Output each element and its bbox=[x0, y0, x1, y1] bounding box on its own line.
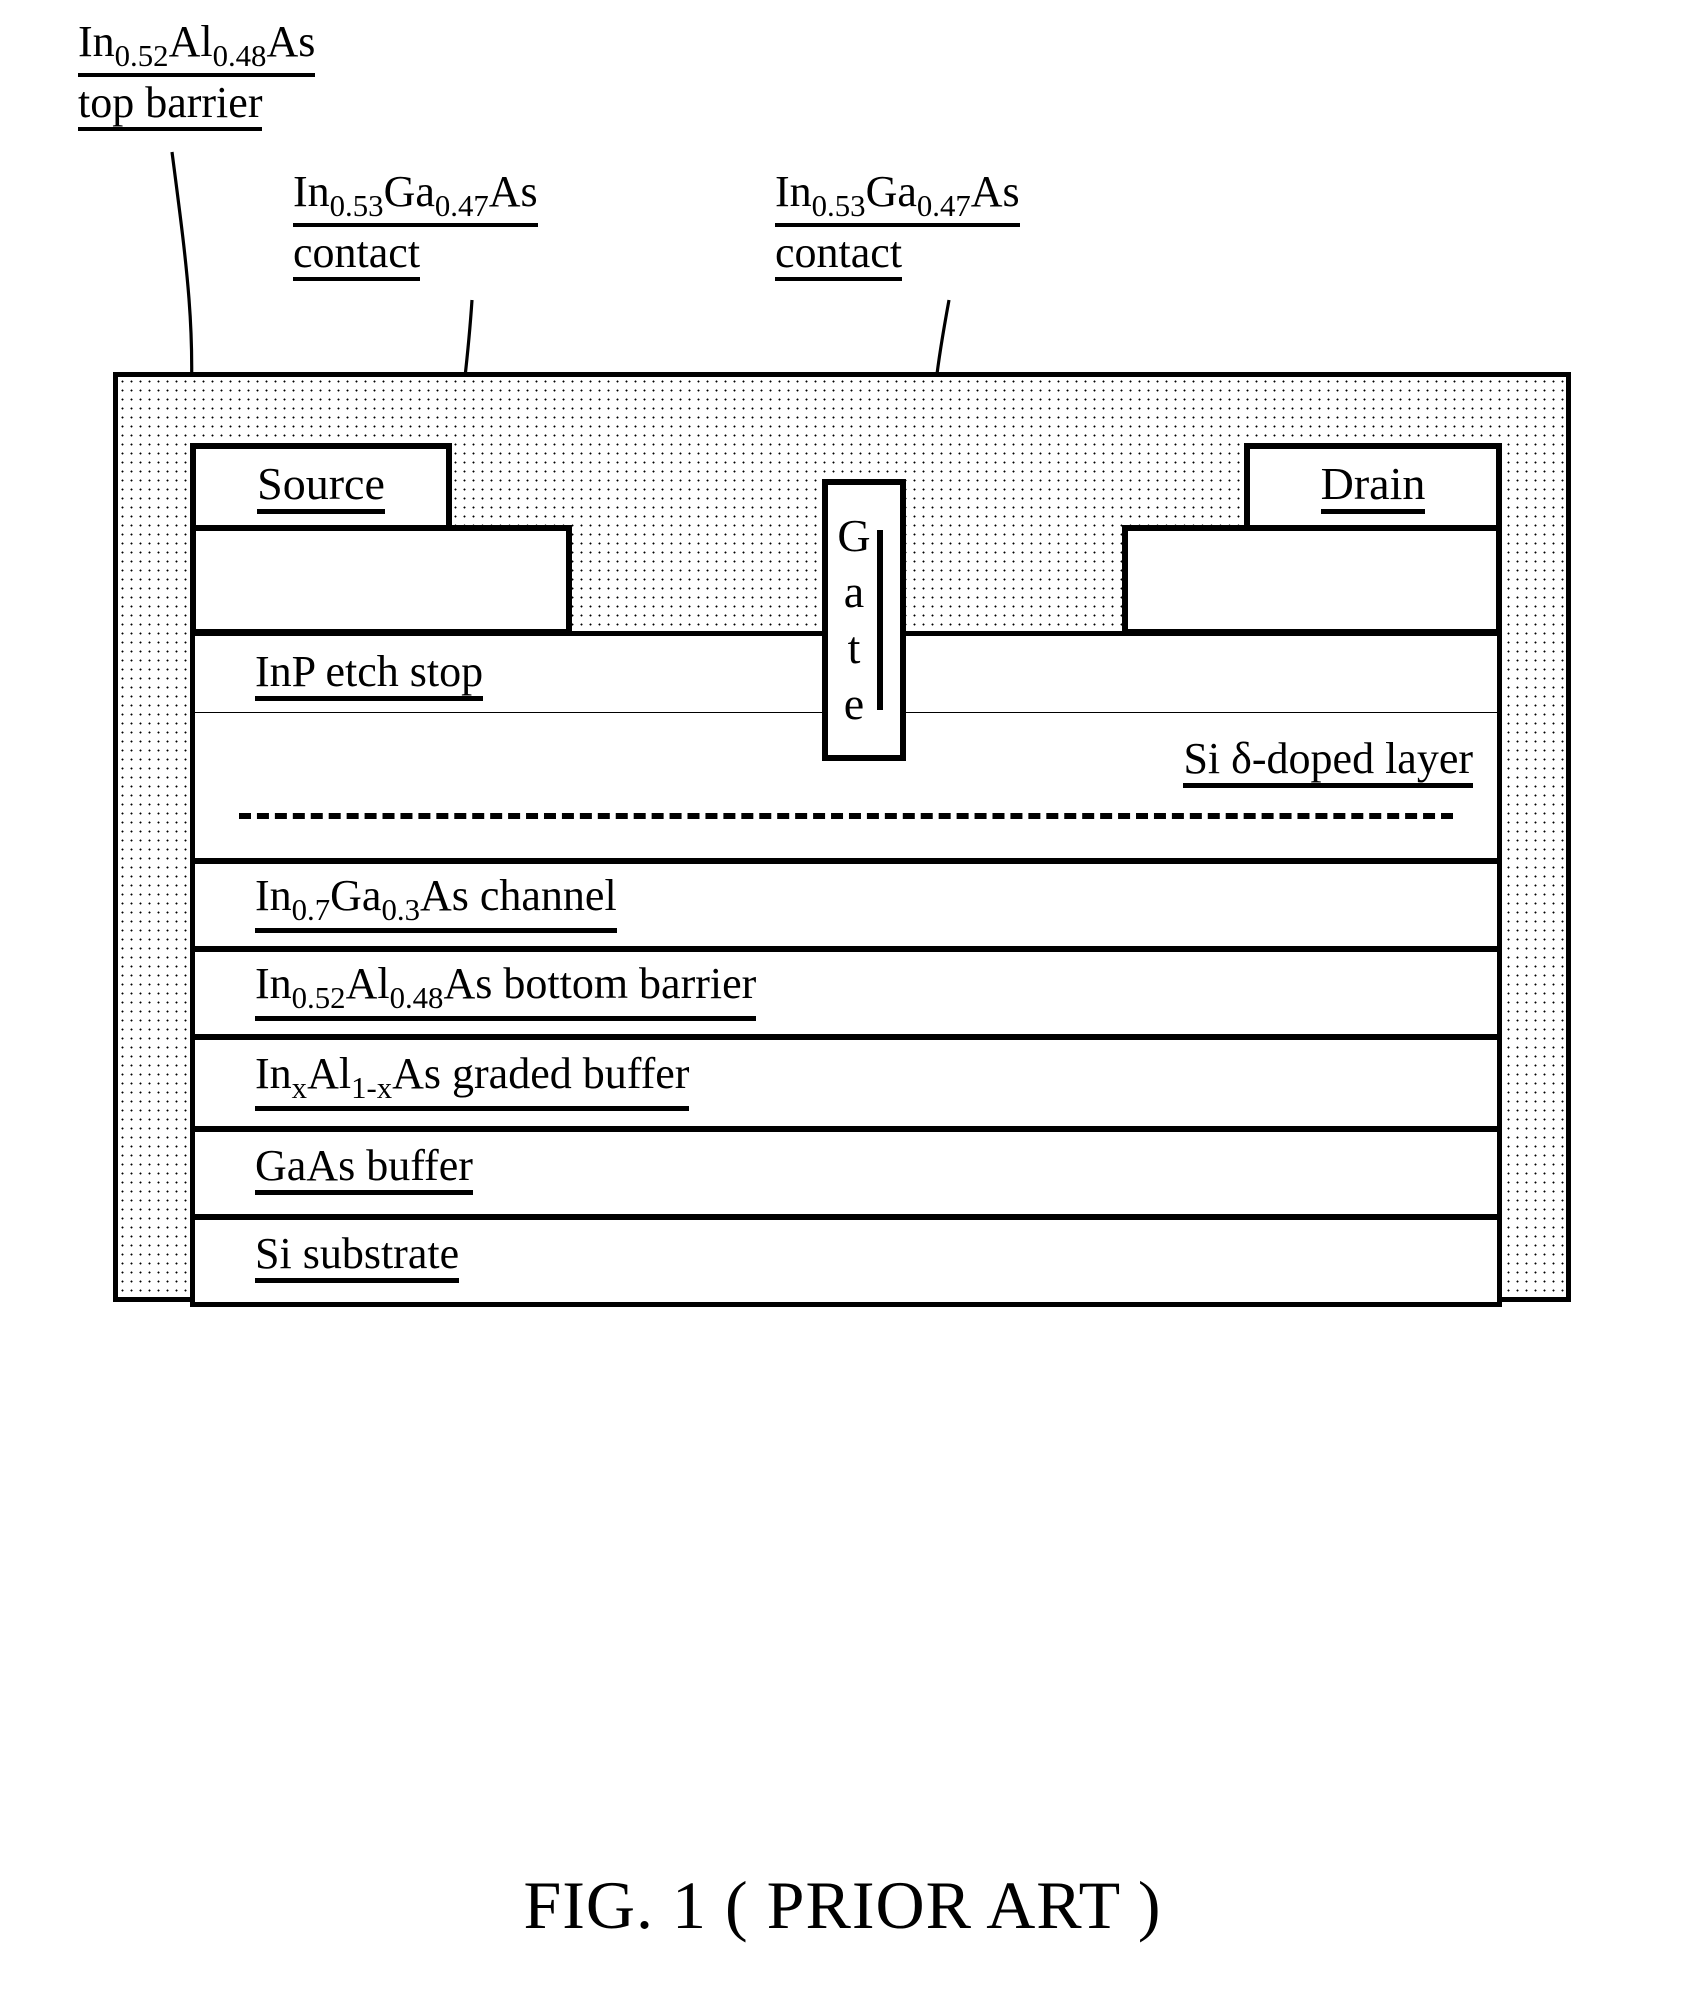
layer-si-substrate: Si substrate bbox=[190, 1215, 1502, 1307]
callout-contact-left-formula: In0.53Ga0.47As bbox=[293, 169, 538, 228]
drain-contact-box[interactable]: Drain bbox=[1244, 443, 1502, 531]
layer-gaas-buffer: GaAs buffer bbox=[190, 1127, 1502, 1219]
callout-top-barrier: In0.52Al0.48As top barrier bbox=[78, 19, 316, 132]
drain-recess-region bbox=[1122, 525, 1502, 635]
callout-contact-left-line2: contact bbox=[293, 230, 421, 282]
layer-si-delta-doped-label: Si δ-doped layer bbox=[1183, 737, 1473, 788]
callout-contact-right: In0.53Ga0.47As contact bbox=[775, 169, 1020, 282]
layer-graded-buffer: InxAl1-xAs graded buffer bbox=[190, 1035, 1502, 1131]
two-deg-dashed-line bbox=[239, 813, 1453, 819]
source-contact-box[interactable]: Source bbox=[190, 443, 452, 531]
gate-electrode[interactable]: G a t e bbox=[822, 479, 906, 761]
callout-contact-right-formula: In0.53Ga0.47As bbox=[775, 169, 1020, 228]
layer-si-substrate-label: Si substrate bbox=[255, 1232, 460, 1283]
gate-letter-a: a bbox=[843, 565, 865, 617]
layer-channel-label: In0.7Ga0.3As channel bbox=[255, 874, 617, 933]
layer-bottom-barrier: In0.52Al0.48As bottom barrier bbox=[190, 947, 1502, 1039]
layer-channel: In0.7Ga0.3As channel bbox=[190, 859, 1502, 951]
gate-underline-bar bbox=[876, 530, 883, 710]
callout-top-barrier-formula: In0.52Al0.48As bbox=[78, 19, 316, 78]
device-cross-section: Source Drain InP etch stop Si δ-doped la… bbox=[113, 372, 1571, 1307]
figure-caption: FIG. 1 ( PRIOR ART ) bbox=[523, 1867, 1162, 1943]
callout-contact-right-line2: contact bbox=[775, 230, 903, 282]
gate-letter-e: e bbox=[843, 678, 865, 730]
drain-label: Drain bbox=[1320, 460, 1426, 514]
gate-letter-t: t bbox=[847, 622, 861, 673]
gate-label-vertical: G a t e bbox=[837, 508, 890, 732]
source-label: Source bbox=[257, 460, 385, 514]
layer-graded-buffer-label: InxAl1-xAs graded buffer bbox=[255, 1052, 690, 1111]
source-recess-region bbox=[190, 525, 572, 635]
layer-inp-etch-stop-label: InP etch stop bbox=[255, 650, 484, 701]
layer-bottom-barrier-label: In0.52Al0.48As bottom barrier bbox=[255, 962, 757, 1021]
callout-top-barrier-line2: top barrier bbox=[78, 80, 263, 132]
callout-contact-left: In0.53Ga0.47As contact bbox=[293, 169, 538, 282]
layer-gaas-buffer-label: GaAs buffer bbox=[255, 1144, 473, 1195]
gate-letter-g: G bbox=[837, 509, 871, 561]
